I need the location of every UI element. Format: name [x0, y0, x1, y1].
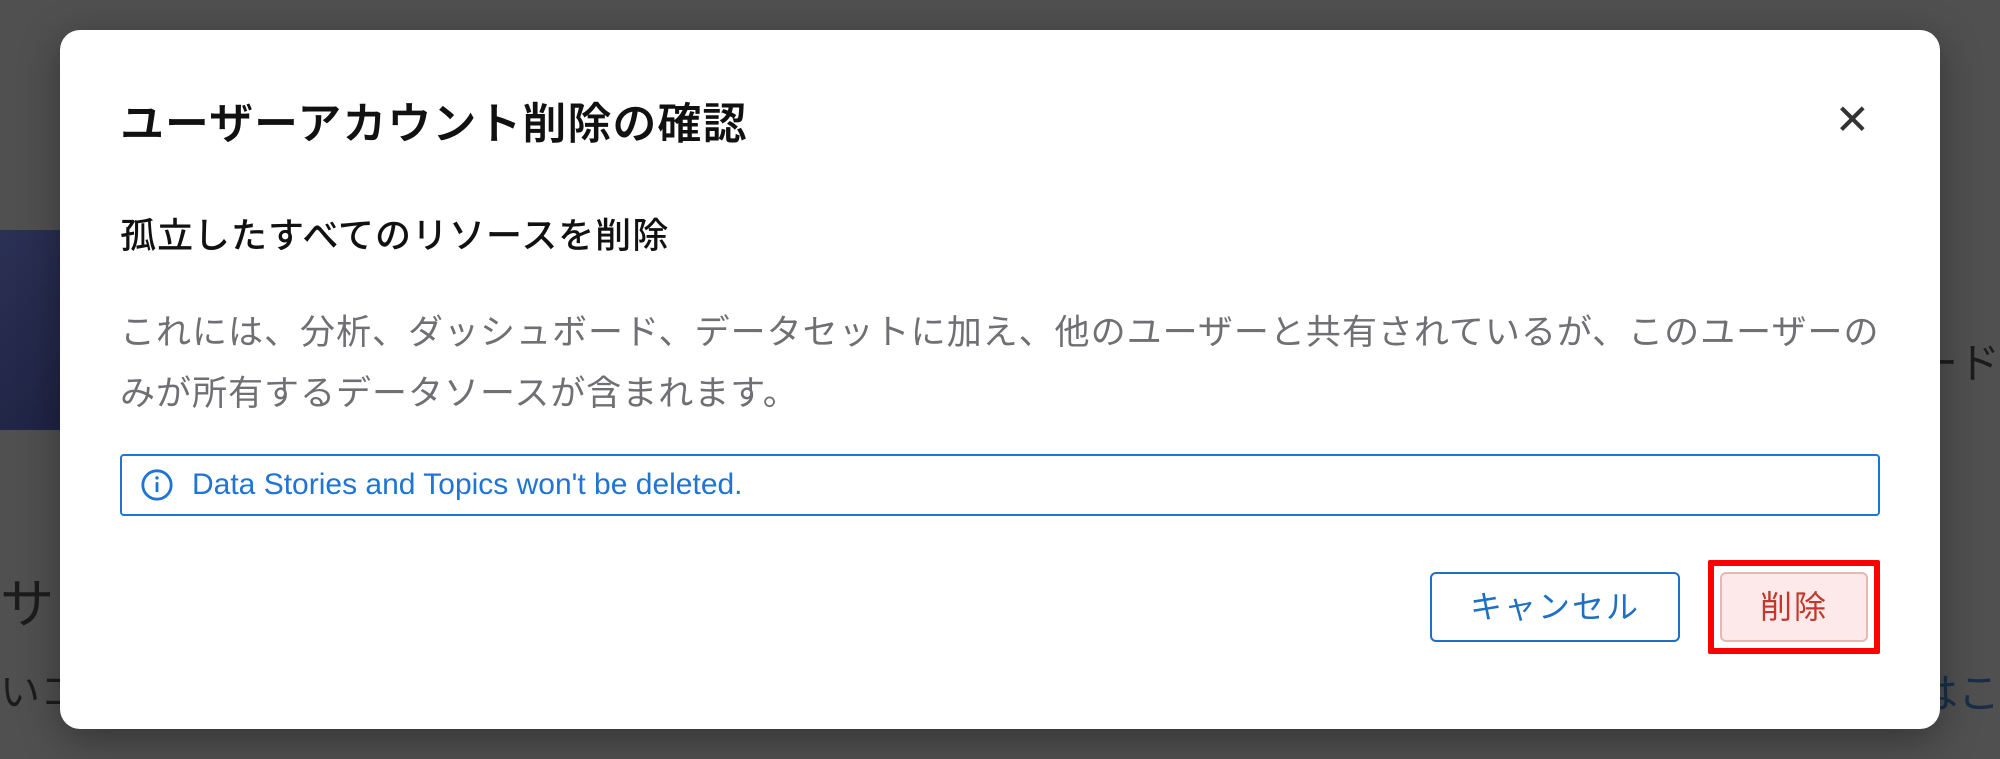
- confirm-delete-user-modal: ユーザーアカウント削除の確認 ✕ 孤立したすべてのリソースを削除 これには、分析…: [60, 30, 1940, 729]
- info-icon: [140, 468, 174, 502]
- info-banner-text: Data Stories and Topics won't be deleted…: [192, 468, 743, 502]
- close-icon: ✕: [1835, 96, 1870, 143]
- highlight-annotation: 削除: [1708, 560, 1880, 654]
- modal-header: ユーザーアカウント削除の確認 ✕: [120, 88, 1880, 152]
- modal-title: ユーザーアカウント削除の確認: [120, 88, 747, 152]
- delete-orphaned-resources-heading: 孤立したすべてのリソースを削除: [120, 207, 1880, 259]
- modal-footer: キャンセル 削除: [120, 560, 1880, 654]
- delete-button[interactable]: 削除: [1720, 572, 1868, 642]
- delete-description-text: これには、分析、ダッシュボード、データセットに加え、他のユーザーと共有されている…: [120, 299, 1880, 422]
- close-button[interactable]: ✕: [1825, 93, 1880, 147]
- cancel-button[interactable]: キャンセル: [1430, 572, 1680, 642]
- info-banner: Data Stories and Topics won't be deleted…: [120, 454, 1880, 516]
